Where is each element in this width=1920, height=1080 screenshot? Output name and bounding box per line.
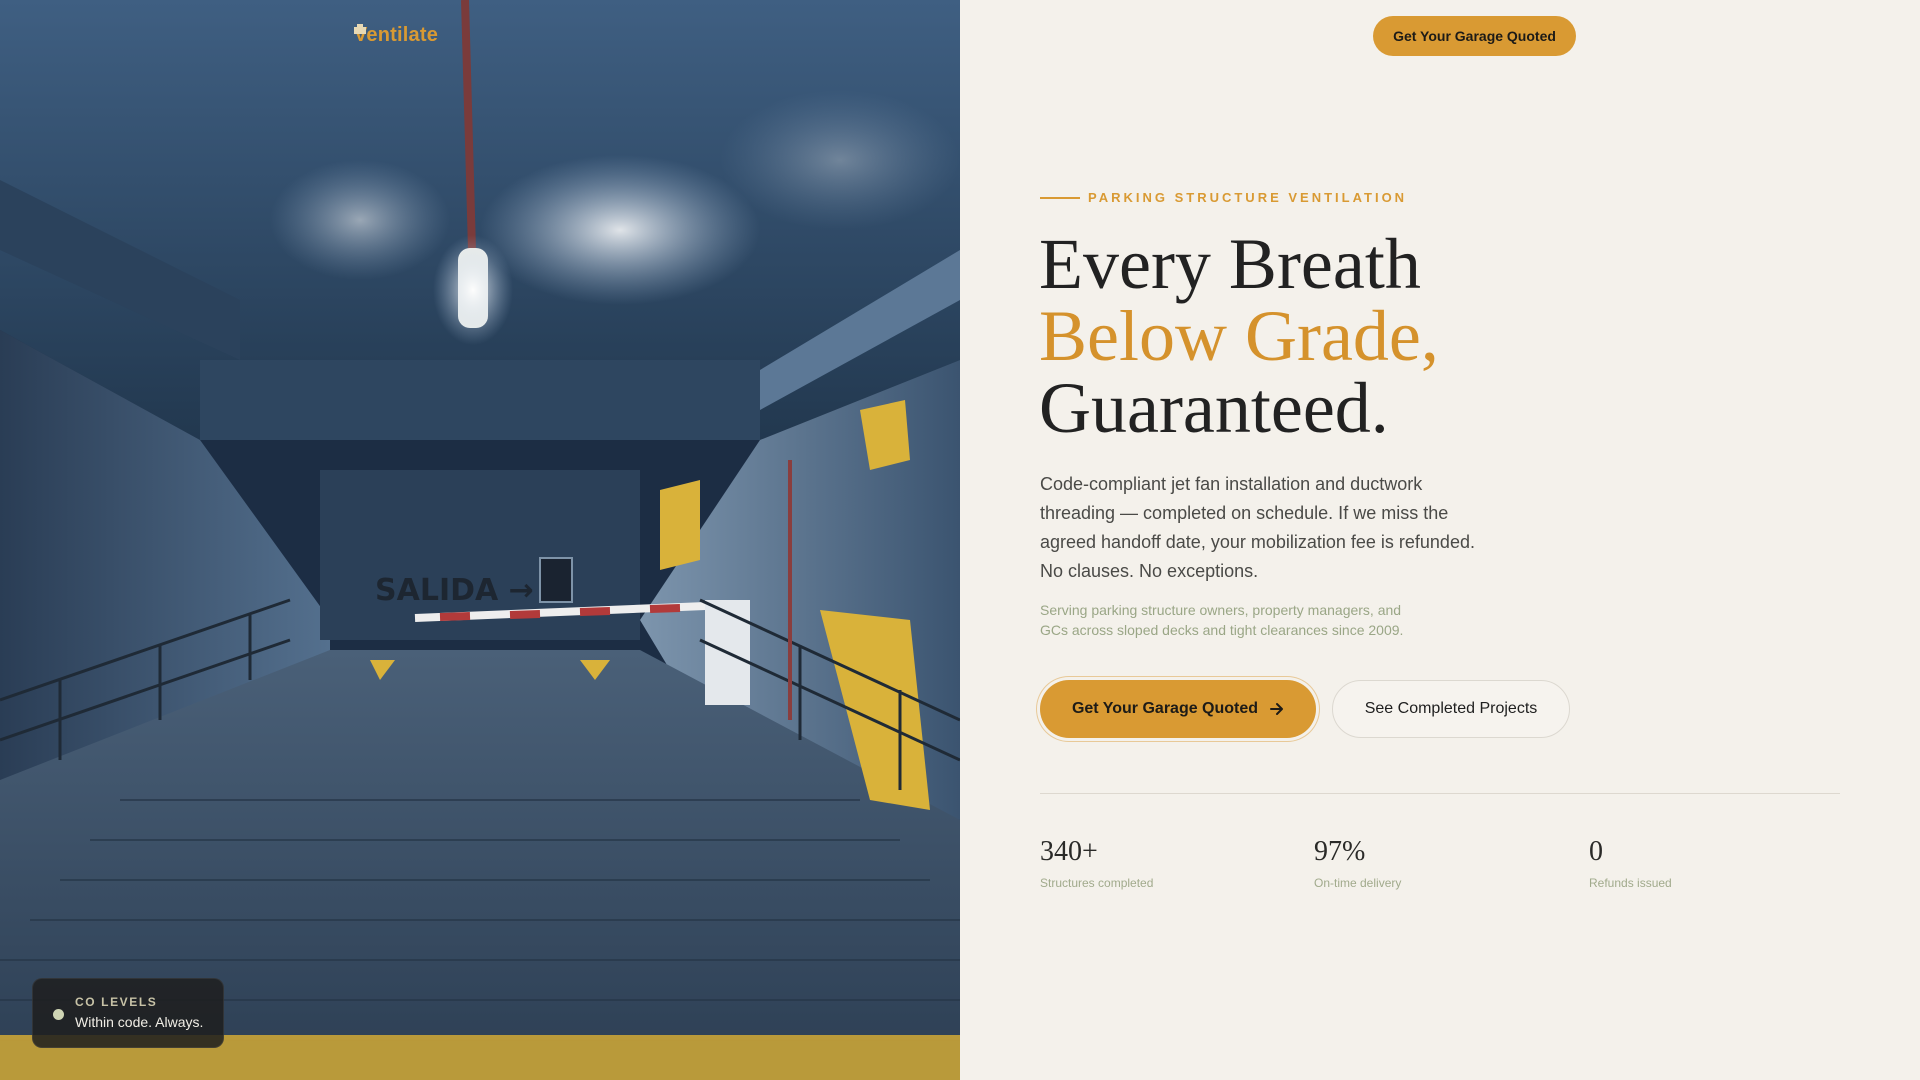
headline-line-3: Guaranteed. — [1039, 368, 1389, 448]
eyebrow-divider — [1040, 196, 1080, 199]
stat-on-time: 97% On-time delivery — [1314, 836, 1574, 890]
headline-line-1: Every Breath — [1039, 224, 1421, 304]
brand[interactable]: Ventilate — [354, 24, 438, 47]
co-levels-card: CO LEVELS Within code. Always. — [32, 978, 224, 1048]
see-projects-button[interactable]: See Completed Projects — [1332, 680, 1570, 738]
stat-label: Structures completed — [1040, 876, 1154, 890]
co-levels-value: Within code. Always. — [75, 1014, 204, 1030]
stat-label: Refunds issued — [1589, 876, 1672, 890]
hero-photo: SALIDA → Ventilate CO LEVELS Within code… — [0, 0, 960, 1080]
hero-subtext: Serving parking structure owners, proper… — [1040, 602, 1404, 638]
primary-quote-label: Get Your Garage Quoted — [1071, 700, 1259, 717]
exit-sign: SALIDA → — [375, 573, 534, 608]
parking-garage-illustration: SALIDA → — [0, 0, 960, 1080]
arrow-right-icon — [1270, 703, 1284, 715]
primary-quote-button[interactable]: Get Your Garage Quoted — [1040, 680, 1316, 738]
stat-value: 340+ — [1040, 836, 1098, 867]
co-levels-label: CO LEVELS — [75, 995, 158, 1009]
eyebrow-text: PARKING STRUCTURE VENTILATION — [1088, 190, 1408, 205]
hero-lead: Code-compliant jet fan installation and … — [1040, 474, 1475, 581]
stat-structures: 340+ Structures completed — [1040, 836, 1300, 890]
stat-label: On-time delivery — [1314, 876, 1402, 890]
eyebrow: PARKING STRUCTURE VENTILATION — [1040, 190, 1407, 205]
building-icon — [354, 24, 366, 34]
status-dot-icon — [53, 1009, 64, 1020]
stat-refunds: 0 Refunds issued — [1589, 836, 1849, 890]
stat-value: 0 — [1589, 836, 1603, 867]
header-quote-button[interactable]: Get Your Garage Quoted — [1373, 16, 1576, 56]
headline-line-2: Below Grade, — [1039, 296, 1439, 376]
stats-divider — [1040, 793, 1840, 794]
brand-name: Ventilate — [354, 24, 439, 46]
stat-value: 97% — [1314, 836, 1366, 867]
hero-headline: Every Breath Below Grade, Guaranteed. — [1039, 228, 1439, 444]
